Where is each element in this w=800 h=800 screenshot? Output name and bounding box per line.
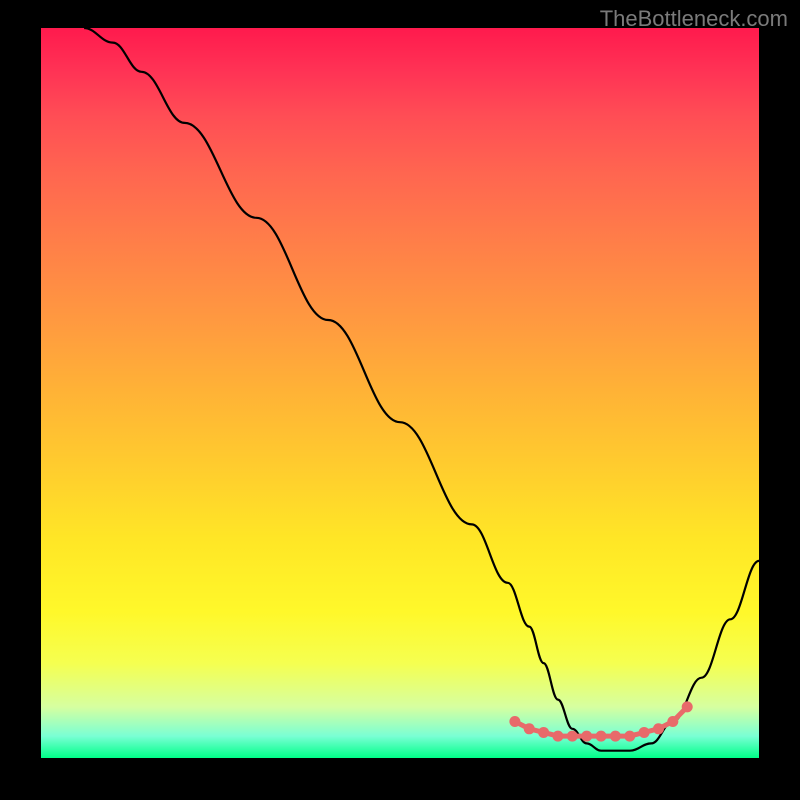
chart-svg <box>41 28 759 758</box>
highlight-dot <box>610 731 621 742</box>
highlight-dot <box>682 701 693 712</box>
highlight-dots <box>509 701 692 741</box>
highlight-dot <box>667 716 678 727</box>
bottleneck-curve-line <box>84 28 759 751</box>
chart-plot-area <box>41 28 759 758</box>
highlight-dot <box>653 723 664 734</box>
highlight-dot <box>567 731 578 742</box>
highlight-dot <box>524 723 535 734</box>
highlight-dot <box>581 731 592 742</box>
highlight-dot <box>624 731 635 742</box>
highlight-dot <box>596 731 607 742</box>
highlight-dot <box>639 727 650 738</box>
highlight-dot <box>538 727 549 738</box>
attribution-text: TheBottleneck.com <box>600 6 788 32</box>
highlight-dot <box>509 716 520 727</box>
highlight-dot <box>552 731 563 742</box>
